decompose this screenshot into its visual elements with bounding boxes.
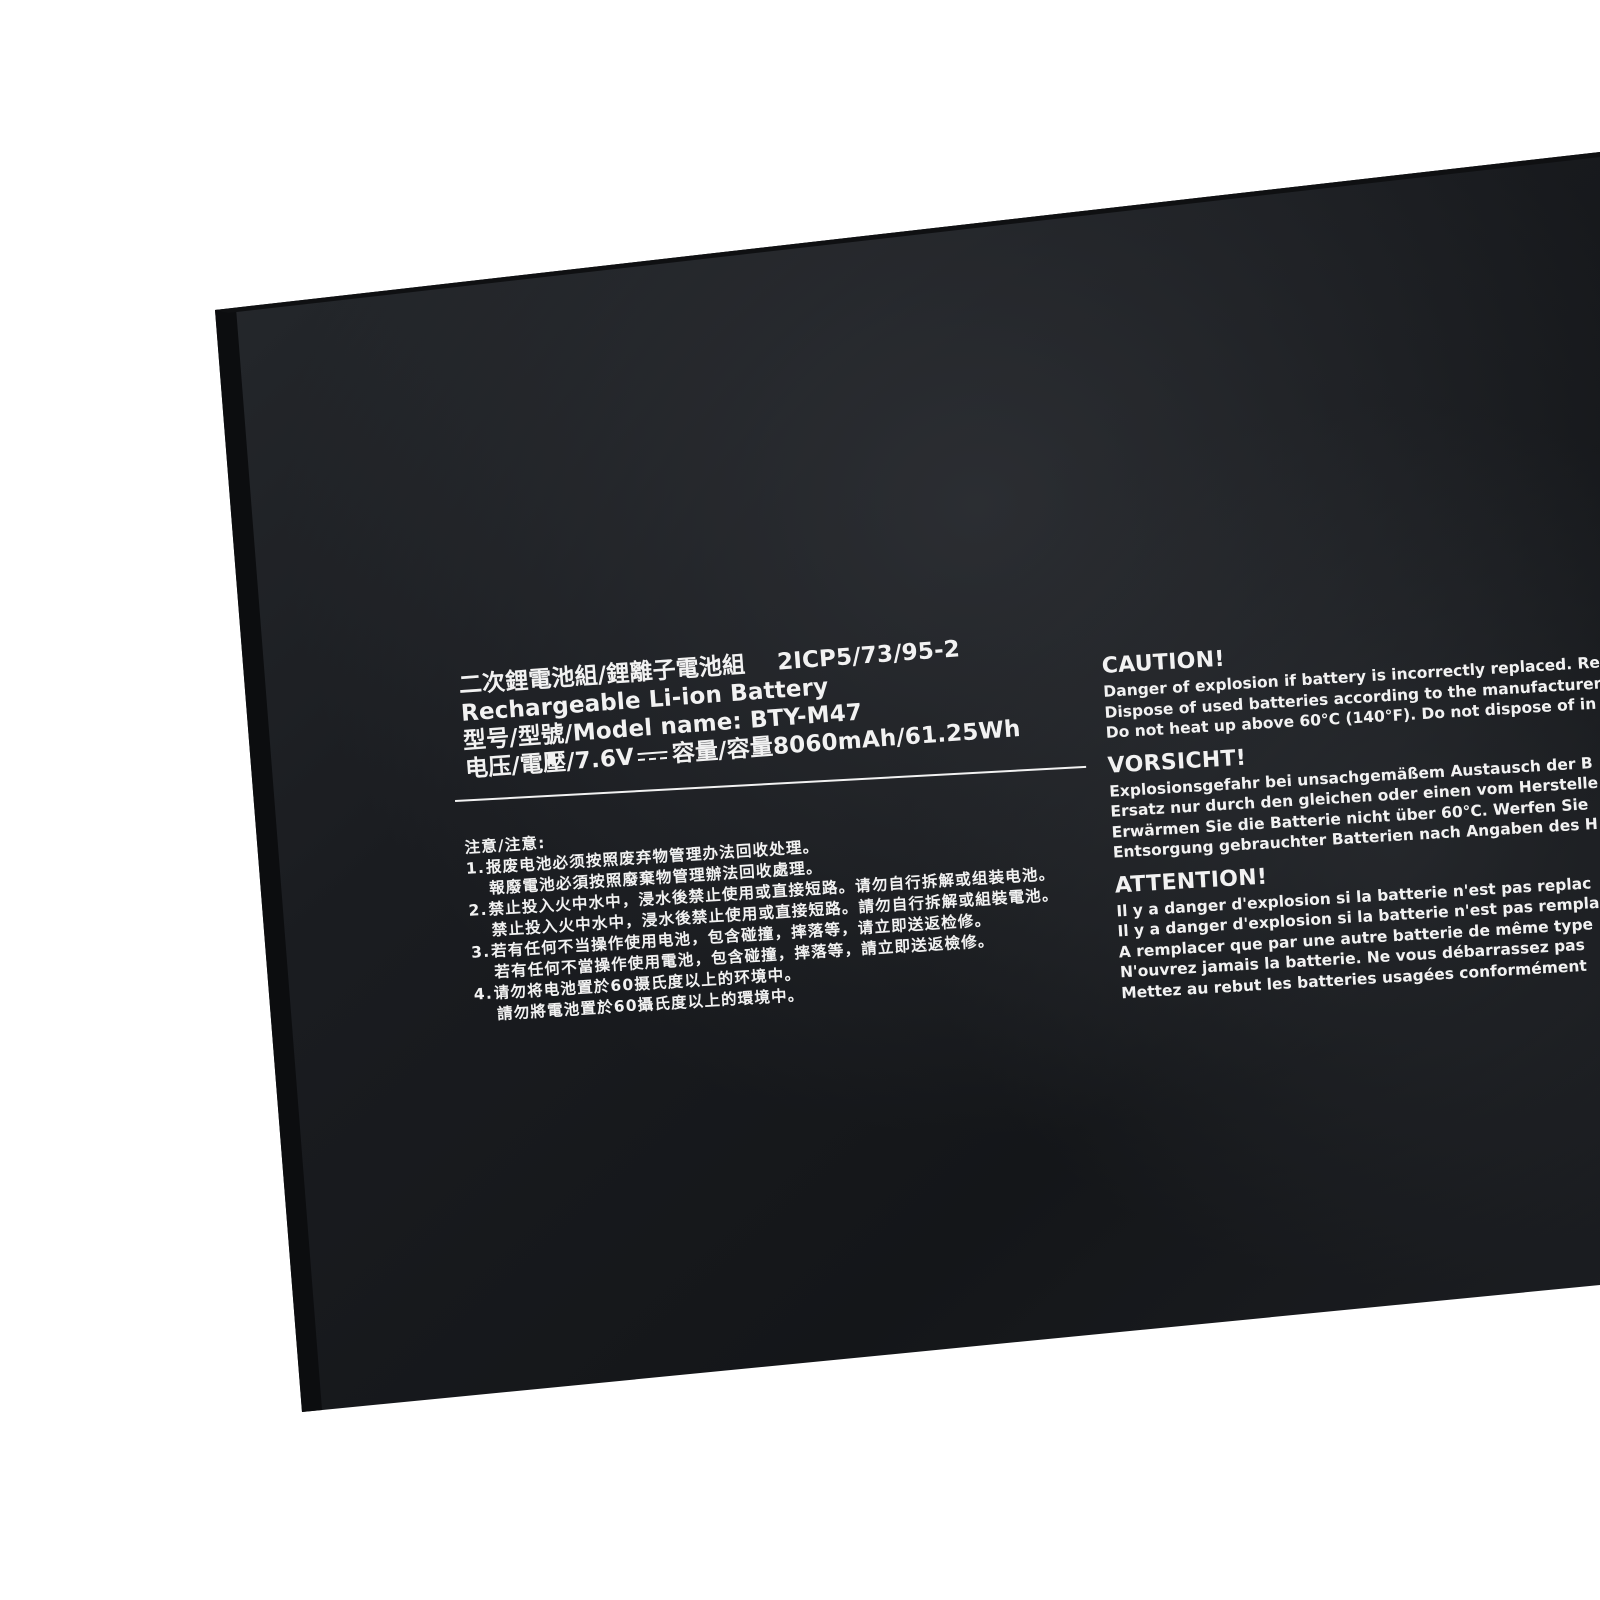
note-number: 3. <box>470 942 491 962</box>
battery-label: 二次鋰電池組/鋰離子電池組 2ICP5/73/95-2 Rechargeable … <box>0 0 1600 1600</box>
label-spec-block: 二次鋰電池組/鋰離子電池組 2ICP5/73/95-2 Rechargeable … <box>458 631 1022 783</box>
note-number: 1. <box>465 858 486 878</box>
photo-stage: 二次鋰電池組/鋰離子電池組 2ICP5/73/95-2 Rechargeable … <box>0 0 1600 1600</box>
dc-current-icon <box>638 749 669 763</box>
note-number: 4. <box>473 984 494 1004</box>
label-notes-block: 注意/注意: 1.报废电池必须按照废弃物管理办法回收处理。 報廢電池必須按照廢棄物… <box>464 801 1065 1027</box>
note-number: 2. <box>468 900 489 920</box>
label-warnings-block: CAUTION! Danger of explosion if battery i… <box>1101 622 1600 1004</box>
